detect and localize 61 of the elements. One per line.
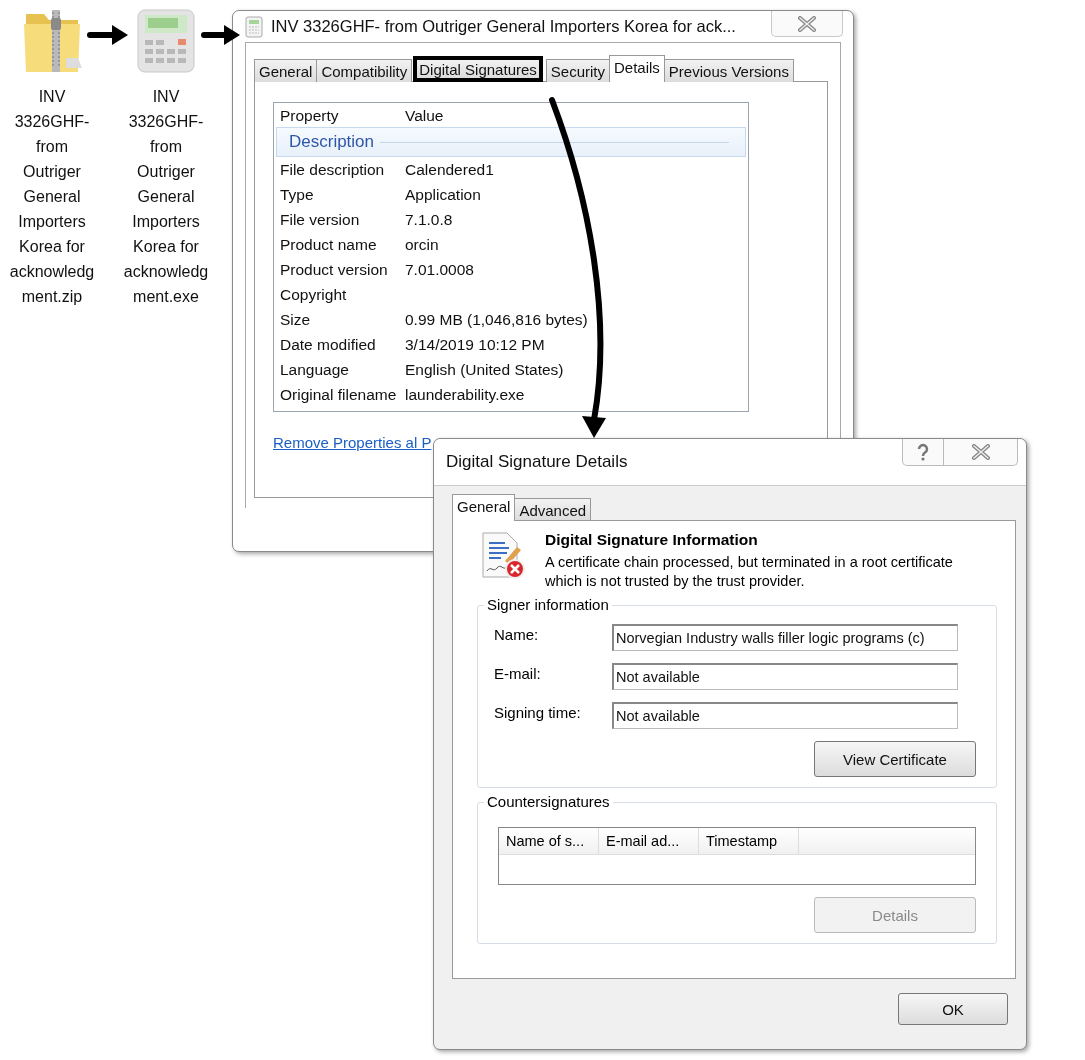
table-cell-text: Language bbox=[280, 360, 350, 381]
column-header[interactable]: Value bbox=[405, 105, 444, 128]
tab[interactable]: General bbox=[254, 59, 318, 83]
group-title: Countersignatures bbox=[484, 793, 613, 811]
window-title: Digital Signature Details bbox=[446, 452, 629, 472]
action-button: Details bbox=[814, 897, 976, 933]
file-name: INV 3326GHF- from Outriger General Importers Korea for acknowledgment.zip bbox=[8, 87, 96, 307]
tab[interactable]: Digital Signatures bbox=[413, 56, 543, 83]
tab[interactable]: General bbox=[452, 494, 516, 521]
tab[interactable]: Details bbox=[609, 55, 665, 83]
action-button[interactable]: OK bbox=[898, 993, 1008, 1025]
field-label: Name: bbox=[494, 626, 540, 645]
zip-folder-icon[interactable] bbox=[22, 8, 82, 74]
calculator-icon[interactable] bbox=[135, 8, 197, 74]
file-name: INV 3326GHF- from Outriger General Importers Korea for acknowledgment.exe bbox=[122, 87, 210, 307]
close-icon bbox=[970, 444, 991, 460]
group-title: Signer information bbox=[484, 596, 612, 614]
column-header[interactable]: E-mail ad... bbox=[599, 828, 699, 854]
table-cell-text: Date modified bbox=[280, 335, 377, 356]
table-cell-text: orcin bbox=[405, 235, 439, 256]
text-field[interactable]: Not available bbox=[612, 702, 958, 729]
table-cell-text: Type bbox=[280, 185, 315, 206]
tab[interactable]: Previous Versions bbox=[663, 59, 794, 83]
table-cell-text: Original filename bbox=[280, 385, 398, 406]
close-icon bbox=[797, 15, 817, 32]
info-message: A certificate chain processed, but terminated in a root certificate which is not trusted by the trust provider. bbox=[545, 553, 954, 591]
table-cell-text: launderability.exe bbox=[405, 385, 525, 406]
pointer-arrow bbox=[201, 25, 240, 45]
table-cell-text: Product name bbox=[280, 235, 378, 256]
list-view[interactable]: Name of s... E-mail ad... Timestamp bbox=[498, 827, 976, 885]
table-cell-text: Calendered1 bbox=[405, 160, 494, 181]
table-cell-text: English (United States) bbox=[405, 360, 564, 381]
remove-properties-link[interactable]: Remove Properties al P bbox=[273, 434, 432, 452]
table-cell-text: File description bbox=[280, 160, 386, 181]
close-button[interactable] bbox=[771, 11, 843, 37]
window-title: INV 3326GHF- from Outriger General Importers Korea for ack... bbox=[271, 17, 737, 37]
help-icon bbox=[916, 443, 930, 461]
table-cell-text: Copyright bbox=[280, 285, 348, 306]
group-title: Description bbox=[289, 132, 375, 153]
tab[interactable]: Compatibility bbox=[316, 59, 413, 83]
table-cell-text: 0.99 MB (1,046,816 bytes) bbox=[405, 310, 588, 331]
column-header[interactable]: Name of s... bbox=[499, 828, 599, 854]
info-heading: Digital Signature Information bbox=[545, 531, 759, 549]
text-field[interactable]: Norvegian Industry walls filler logic programs (c) bbox=[612, 624, 958, 651]
table-cell-text: Size bbox=[280, 310, 312, 331]
field-label: E-mail: bbox=[494, 665, 542, 684]
column-header[interactable]: Property bbox=[280, 105, 405, 128]
table-cell-text: Application bbox=[405, 185, 481, 206]
table-cell-text: 7.1.0.8 bbox=[405, 210, 453, 231]
action-button[interactable]: View Certificate bbox=[814, 741, 976, 777]
column-header[interactable]: Timestamp bbox=[699, 828, 799, 854]
table-cell-text: 3/14/2019 10:12 PM bbox=[405, 335, 545, 356]
certificate-error-icon bbox=[479, 531, 527, 581]
pointer-arrow bbox=[87, 25, 128, 45]
text-field[interactable]: Not available bbox=[612, 663, 958, 690]
table-cell-text: Product version bbox=[280, 260, 389, 281]
tab[interactable]: Security bbox=[545, 59, 610, 83]
table-cell-text: File version bbox=[280, 210, 361, 231]
document-icon bbox=[245, 15, 263, 38]
field-label: Signing time: bbox=[494, 704, 582, 723]
table-cell-text: 7.01.0008 bbox=[405, 260, 474, 281]
